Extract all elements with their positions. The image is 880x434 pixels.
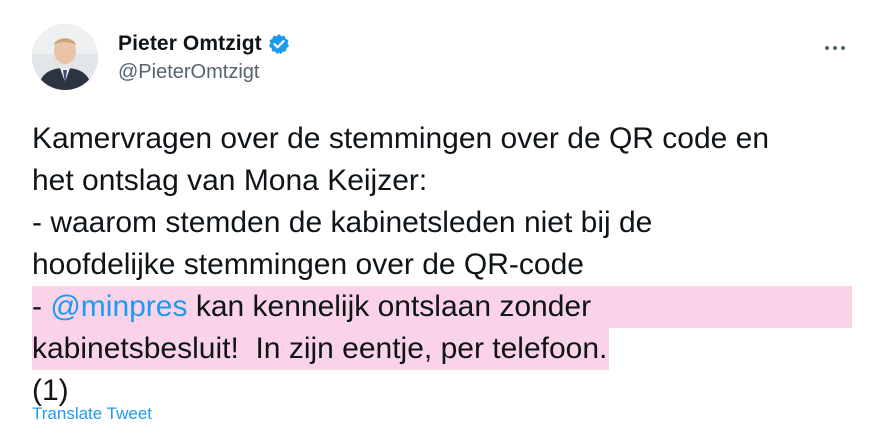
- author-name[interactable]: Pieter Omtzigt: [118, 32, 262, 56]
- line-prefix: -: [32, 290, 51, 323]
- tweet-line-highlighted: kabinetsbesluit! In zijn eentje, per tel…: [32, 328, 852, 370]
- tweet-card: Pieter Omtzigt @PieterOmtzigt Kamervrage…: [0, 0, 880, 434]
- tweet-line: het ontslag van Mona Keijzer:: [32, 164, 428, 197]
- tweet-line: - waarom stemden de kabinetsleden niet b…: [32, 206, 653, 239]
- name-row: Pieter Omtzigt: [118, 30, 290, 58]
- tweet-text: Kamervragen over de stemmingen over de Q…: [32, 118, 852, 412]
- profile-photo-icon: [32, 24, 98, 90]
- tweet-line-highlighted: - @minpres kan kennelijk ontslaan zonder: [32, 286, 852, 328]
- translate-tweet-link[interactable]: Translate Tweet: [32, 404, 152, 424]
- tweet-line: (1): [32, 374, 69, 407]
- author-handle[interactable]: @PieterOmtzigt: [118, 61, 290, 84]
- highlight-marker: kabinetsbesluit! In zijn eentje, per tel…: [32, 328, 610, 370]
- author-identity: Pieter Omtzigt @PieterOmtzigt: [118, 30, 290, 84]
- line-text: kan kennelijk ontslaan zonder: [187, 290, 592, 323]
- avatar[interactable]: [32, 24, 98, 90]
- verified-badge-icon: [268, 33, 290, 55]
- line-text: kabinetsbesluit! In zijn eentje, per tel…: [32, 332, 608, 365]
- tweet-line: Kamervragen over de stemmingen over de Q…: [32, 122, 770, 155]
- tweet-header: Pieter Omtzigt @PieterOmtzigt: [32, 24, 860, 94]
- highlight-marker: - @minpres kan kennelijk ontslaan zonder: [32, 286, 852, 328]
- tweet-line: hoofdelijke stemmingen over de QR-code: [32, 248, 584, 281]
- mention-link[interactable]: @minpres: [50, 290, 187, 323]
- more-horizontal-icon[interactable]: [820, 38, 850, 58]
